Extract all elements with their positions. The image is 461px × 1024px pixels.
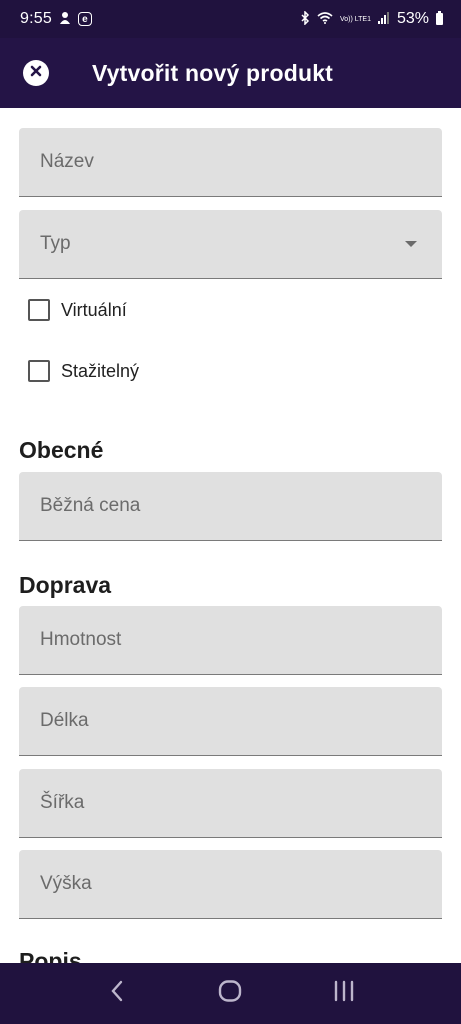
weight-field[interactable]: Hmotnost — [19, 606, 442, 675]
app-bar: Vytvořit nový produkt — [0, 38, 461, 108]
home-icon — [218, 980, 242, 1007]
width-label: Šířka — [40, 792, 85, 813]
form-content[interactable]: Název Typ Virtuální Stažitelný Obecné Bě… — [0, 108, 461, 963]
width-field[interactable]: Šířka — [19, 769, 442, 838]
height-field[interactable]: Výška — [19, 850, 442, 919]
bluetooth-icon — [300, 10, 310, 27]
section-title-general: Obecné — [19, 437, 104, 463]
virtual-checkbox[interactable] — [28, 299, 50, 321]
height-label: Výška — [40, 873, 92, 894]
dropdown-arrow-icon — [405, 241, 417, 247]
e-app-icon: e — [77, 12, 92, 26]
name-field-label: Název — [40, 151, 94, 172]
recents-button[interactable] — [324, 974, 364, 1014]
back-button[interactable] — [97, 974, 137, 1014]
battery-icon — [436, 11, 443, 25]
length-field[interactable]: Délka — [19, 687, 442, 756]
battery-percent: 53% — [396, 10, 429, 27]
home-button[interactable] — [210, 974, 250, 1014]
recents-icon — [333, 980, 355, 1007]
status-left: 9:55 e — [20, 10, 92, 28]
volte-indicator: Vo)) LTE1 — [339, 15, 371, 23]
signal-icon — [377, 12, 390, 26]
regular-price-label: Běžná cena — [40, 495, 141, 516]
status-bar: 9:55 e Vo)) LTE1 53% — [0, 0, 461, 38]
page-title: Vytvořit nový produkt — [92, 59, 334, 86]
section-title-description: Popis — [19, 948, 82, 963]
status-time: 9:55 — [20, 10, 52, 27]
length-label: Délka — [40, 710, 89, 731]
downloadable-checkbox-label: Stažitelný — [61, 360, 140, 381]
regular-price-field[interactable]: Běžná cena — [19, 472, 442, 541]
notification-icon — [59, 11, 71, 27]
downloadable-checkbox-row[interactable]: Stažitelný — [28, 360, 139, 382]
section-title-shipping: Doprava — [19, 572, 112, 598]
status-right: Vo)) LTE1 53% — [300, 10, 443, 28]
virtual-checkbox-row[interactable]: Virtuální — [28, 299, 127, 321]
system-nav-bar — [0, 963, 461, 1024]
back-icon — [110, 980, 124, 1007]
wifi-icon — [317, 12, 333, 26]
type-select[interactable]: Typ — [19, 210, 442, 279]
close-button[interactable] — [23, 60, 49, 86]
close-icon — [30, 64, 42, 82]
type-select-label: Typ — [40, 233, 71, 254]
downloadable-checkbox[interactable] — [28, 360, 50, 382]
weight-label: Hmotnost — [40, 629, 122, 650]
virtual-checkbox-label: Virtuální — [61, 299, 127, 320]
name-field[interactable]: Název — [19, 128, 442, 197]
